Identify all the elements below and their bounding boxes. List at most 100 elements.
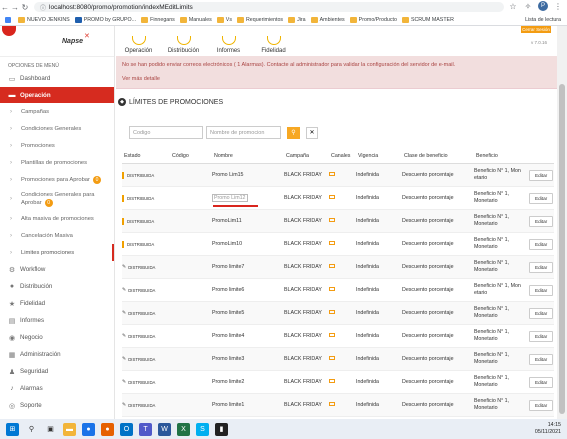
chevron-right-icon: › — [10, 108, 12, 115]
bookmark-item[interactable]: Requerimientos — [236, 16, 283, 23]
menu-icon[interactable]: ⋮ — [553, 2, 563, 11]
bookmark-item[interactable]: Promo/Producto — [349, 16, 397, 23]
bookmark-item[interactable]: Finnegans — [141, 16, 175, 23]
excel-icon[interactable]: X — [177, 422, 190, 436]
avatar[interactable]: P — [538, 1, 548, 11]
sidebar-sub-alta-masiva[interactable]: › Alta masiva de promociones — [0, 210, 114, 227]
windows-icon[interactable]: ⊞ — [6, 422, 19, 436]
bookmark-item[interactable]: Vs — [216, 16, 232, 23]
codigo-input[interactable]: Codigo — [129, 126, 203, 139]
status-badge: DISTRIBUIDA — [122, 240, 170, 248]
search-button[interactable]: ⚲ — [287, 126, 300, 139]
table-row: ✎ DISTRIBUIDA Promo limite7 BLACK FRIDAY Ind… — [122, 256, 554, 279]
channel-icon — [329, 379, 335, 383]
edit-button[interactable]: Editar — [529, 330, 554, 342]
url-bar[interactable]: ⓘ localhost:8080/promo/promotion/indexME… — [34, 2, 504, 12]
edit-button[interactable]: Editar — [529, 261, 554, 273]
sidebar-item-soporte[interactable]: ◎ Soporte — [0, 397, 114, 414]
sidebar-item-seguridad[interactable]: ♟ Seguridad — [0, 363, 114, 380]
back-icon[interactable]: ← — [0, 3, 10, 12]
channel-icon — [329, 218, 335, 222]
logo-x-icon: ✕ — [84, 33, 90, 40]
reload-icon[interactable]: ↻ — [20, 3, 30, 12]
teams-icon[interactable]: T — [139, 422, 152, 436]
reading-list[interactable]: Lista de lectura — [525, 14, 561, 26]
table-row: ✎ DISTRIBUIDA Promo limite4 BLACK FRIDAY Ind… — [122, 325, 554, 348]
tab-fidelidad[interactable]: Fidelidad — [251, 26, 296, 56]
sidebar-item-dashboard[interactable]: ▭ Dashboard — [0, 70, 114, 87]
col-canales: Canales — [331, 153, 351, 159]
firefox-icon[interactable]: ● — [101, 422, 114, 436]
tab-distribucion[interactable]: Distribución — [161, 26, 206, 56]
sidebar-item-informes[interactable]: ▤ Informes — [0, 312, 114, 329]
sidebar-sub-plantillas[interactable]: › Plantillas de promociones — [0, 154, 114, 171]
sidebar-item-operacion[interactable]: ▬ Operación — [0, 87, 114, 103]
status-badge: ✎ DISTRIBUIDA — [122, 310, 156, 316]
sidebar-sub-campanas[interactable]: › Campañas — [0, 103, 114, 120]
location-icon: ● — [9, 283, 15, 290]
sidebar-sub-condiciones[interactable]: › Condiciones Generales — [0, 120, 114, 137]
sidebar-item-distribucion[interactable]: ● Distribución — [0, 278, 114, 295]
edit-button[interactable]: Editar — [529, 353, 554, 365]
sidebar-item-negocio[interactable]: ◉ Negocio — [0, 329, 114, 346]
tab-operacion[interactable]: Operación — [116, 26, 161, 56]
tab-informes[interactable]: Informes — [206, 26, 251, 56]
promo-campaign: BLACK FRIDAY — [284, 402, 322, 408]
top-nav: Operación Distribución Informes Fidelida… — [116, 26, 557, 56]
bookmark-item[interactable]: Jira — [288, 16, 306, 23]
scroll-thumb[interactable] — [559, 84, 565, 414]
edit-button[interactable]: Editar — [529, 238, 554, 250]
alert-more-link[interactable]: Ver más detalle — [122, 76, 557, 82]
edit-button[interactable]: Editar — [529, 215, 554, 227]
sidebar-sub-promociones[interactable]: › Promociones — [0, 137, 114, 154]
edit-button[interactable]: Editar — [529, 399, 554, 411]
outlook-icon[interactable]: O — [120, 422, 133, 436]
skype-icon[interactable]: S — [196, 422, 209, 436]
promo-name: Promo Lim15 — [212, 172, 244, 178]
star-icon[interactable]: ☆ — [508, 2, 518, 11]
bookmark-item[interactable]: SCRUM MASTER — [401, 16, 454, 23]
word-icon[interactable]: W — [158, 422, 171, 436]
sidebar-sub-cancelacion[interactable]: › Cancelación Masiva — [0, 227, 114, 244]
benefit: Beneficio N° 1, Monetario — [474, 352, 510, 365]
benefit-class: Descuento porcentaje — [402, 264, 454, 270]
info-icon[interactable]: ⓘ — [40, 3, 46, 12]
status-badge: ✎ DISTRIBUIDA — [122, 287, 156, 293]
promo-name: Promo limite4 — [212, 333, 245, 339]
clock-time: 14:15 — [547, 422, 561, 428]
edit-button[interactable]: Editar — [529, 376, 554, 388]
sidebar-item-fidelidad[interactable]: ★ Fidelidad — [0, 295, 114, 312]
forward-icon[interactable]: → — [10, 3, 20, 12]
edit-button[interactable]: Editar — [529, 307, 554, 319]
promo-name: Promo limite6 — [212, 287, 245, 293]
file-explorer-icon[interactable]: ▬ — [63, 422, 76, 436]
sidebar-sub-limites[interactable]: › Limites promociones — [0, 244, 114, 261]
promo-name: Promo limite3 — [212, 356, 245, 362]
chrome-icon[interactable]: ● — [82, 422, 95, 436]
sidebar-item-administracion[interactable]: ▦ Administración — [0, 346, 114, 363]
sidebar-item-workflow[interactable]: ⚙ Workflow — [0, 261, 114, 278]
task-view-icon[interactable]: ▣ — [44, 423, 57, 436]
edit-button[interactable]: Editar — [529, 284, 554, 296]
benefit-class: Descuento porcentaje — [402, 402, 454, 408]
close-icon: ✕ — [309, 130, 315, 136]
sidebar-item-alarmas[interactable]: ♪ Alarmas — [0, 380, 114, 397]
nombre-input[interactable]: Nombre de promocion — [206, 126, 281, 139]
bookmark-item[interactable]: Manuales — [179, 16, 212, 23]
bookmark-item[interactable]: Ambientes — [310, 16, 345, 23]
bookmark-item[interactable]: PROMO by GRUPO... — [74, 16, 136, 23]
users-icon: ♟ — [8, 368, 16, 376]
search-icon[interactable]: ⚲ — [25, 423, 38, 436]
logout-button[interactable]: Cerrar Sesión — [521, 26, 551, 33]
terminal-icon[interactable]: ▮ — [215, 422, 228, 436]
bookmark-item[interactable]: NUEVO JENKINS — [18, 16, 70, 23]
extensions-icon[interactable]: ✧ — [523, 2, 533, 11]
scrollbar[interactable] — [557, 26, 567, 419]
sidebar-sub-promos-aprobar[interactable]: › Promociones para Aprobar 0 — [0, 171, 114, 188]
edit-button[interactable]: Editar — [529, 169, 554, 181]
clear-button[interactable]: ✕ — [306, 126, 318, 139]
distribucion-tab-icon — [176, 36, 191, 45]
apps-icon[interactable] — [5, 16, 13, 23]
edit-button[interactable]: Editar — [529, 192, 554, 204]
sidebar-sub-cond-aprobar[interactable]: › Condiciones Generales para Aprobar 0 — [0, 188, 114, 210]
